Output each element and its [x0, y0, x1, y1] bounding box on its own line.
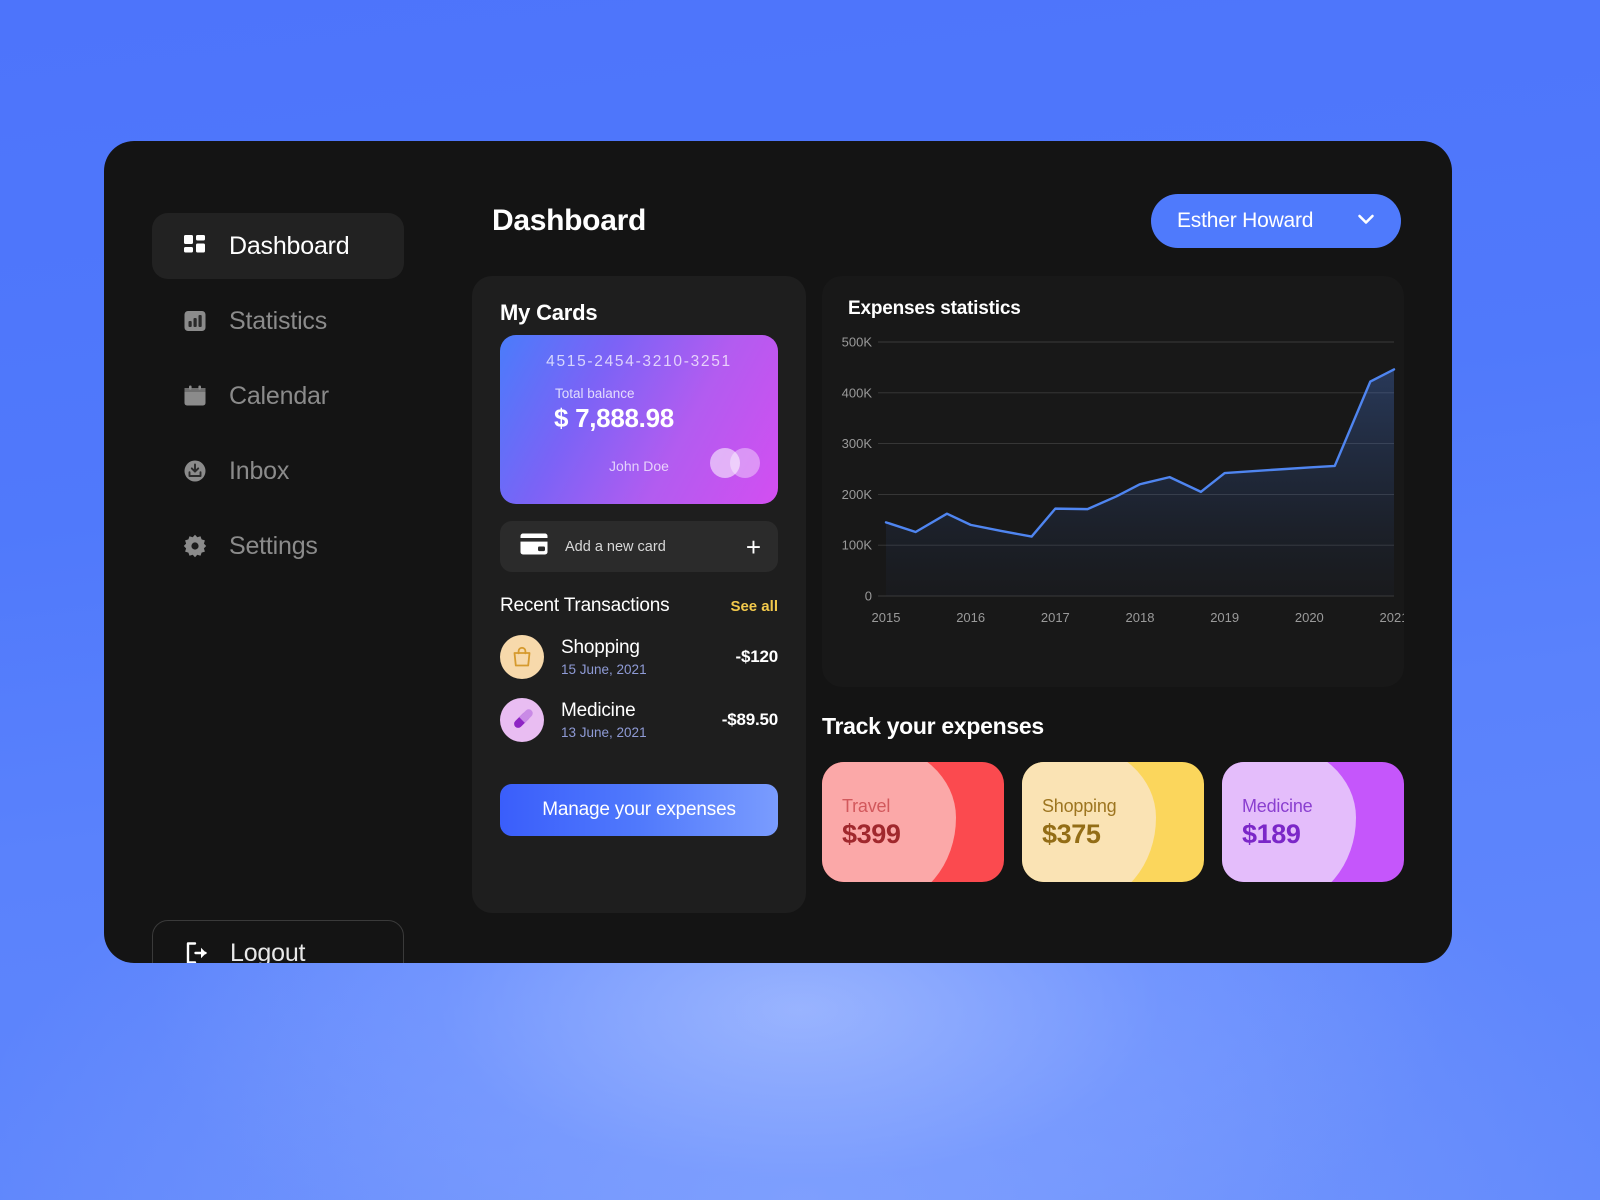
sidebar-item-label: Inbox — [229, 456, 290, 485]
chart-x-tick-label: 2019 — [1210, 610, 1239, 625]
chart-y-tick-label: 500K — [842, 335, 873, 350]
expense-card-shopping[interactable]: Shopping $375 — [1022, 762, 1204, 882]
sidebar-item-label: Dashboard — [229, 231, 350, 260]
expense-card-travel[interactable]: Travel $399 — [822, 762, 1004, 882]
chart-x-tick-labels: 2015 2016 2017 2018 2019 2020 2021 — [872, 610, 1404, 625]
chart-y-tick-labels: 0 100K 200K 300K 400K 500K — [842, 335, 873, 604]
plus-icon[interactable]: + — [746, 534, 761, 560]
chart-x-tick-label: 2016 — [956, 610, 985, 625]
calendar-icon — [182, 383, 208, 409]
sidebar-item-calendar[interactable]: Calendar — [152, 363, 404, 429]
card-number: 4515-2454-3210-3251 — [546, 353, 732, 370]
expense-card-amount: $375 — [1042, 818, 1101, 849]
expense-card-label: Medicine — [1242, 796, 1313, 816]
expense-card-amount: $189 — [1242, 818, 1301, 849]
track-expenses-title: Track your expenses — [822, 713, 1044, 739]
expense-card-label: Shopping — [1042, 796, 1117, 816]
chart-x-tick-label: 2015 — [872, 610, 901, 625]
transaction-amount: -$89.50 — [721, 710, 778, 729]
sidebar-item-inbox[interactable]: Inbox — [152, 438, 404, 504]
transaction-amount: -$120 — [735, 647, 779, 666]
sidebar-item-label: Settings — [229, 531, 318, 560]
expense-card-label: Travel — [842, 796, 891, 816]
inbox-icon — [182, 458, 208, 484]
chart-y-tick-label: 300K — [842, 436, 873, 451]
expenses-line-chart[interactable]: 0 100K 200K 300K 400K 500K 2015 2016 2017 2018 20… — [822, 328, 1404, 687]
transaction-row[interactable]: Medicine 13 June, 2021 -$89.50 — [500, 695, 778, 745]
user-menu-dropdown[interactable]: Esther Howard — [1151, 194, 1401, 248]
bar-chart-icon — [182, 308, 208, 334]
logout-button[interactable]: Logout — [152, 920, 404, 963]
credit-card-icon — [520, 533, 548, 560]
user-name-label: Esther Howard — [1177, 209, 1314, 232]
expense-card-text: Medicine $189 — [1242, 796, 1313, 850]
expense-card-text: Travel $399 — [842, 796, 901, 850]
sidebar-item-label: Calendar — [229, 381, 329, 410]
chart-x-tick-label: 2018 — [1126, 610, 1155, 625]
gear-icon — [182, 533, 208, 559]
app-window: Dashboard Statistics Calendar Inbox Sett — [104, 141, 1452, 963]
sidebar-item-settings[interactable]: Settings — [152, 513, 404, 579]
transaction-date: 15 June, 2021 — [561, 661, 647, 677]
logout-label: Logout — [230, 938, 306, 964]
add-new-card-label: Add a new card — [565, 538, 666, 555]
chevron-down-icon — [1353, 206, 1379, 237]
chart-title: Expenses statistics — [848, 298, 1021, 319]
sidebar-item-dashboard[interactable]: Dashboard — [152, 213, 404, 279]
expense-card-text: Shopping $375 — [1042, 796, 1117, 850]
chart-x-tick-label: 2020 — [1295, 610, 1324, 625]
see-all-link[interactable]: See all — [730, 598, 778, 615]
mastercard-circles-icon — [710, 448, 760, 478]
transaction-name: Shopping — [561, 637, 640, 659]
manage-expenses-button[interactable]: Manage your expenses — [500, 784, 778, 836]
chart-y-tick-label: 200K — [842, 487, 873, 502]
credit-card[interactable]: 4515-2454-3210-3251 Total balance $ 7,88… — [500, 335, 778, 504]
expense-card-medicine[interactable]: Medicine $189 — [1222, 762, 1404, 882]
my-cards-title: My Cards — [500, 300, 598, 325]
sidebar-item-statistics[interactable]: Statistics — [152, 288, 404, 354]
add-new-card-button[interactable]: Add a new card + — [500, 521, 778, 572]
transaction-date: 13 June, 2021 — [561, 724, 647, 740]
pill-icon — [500, 698, 544, 742]
shopping-bag-icon — [500, 635, 544, 679]
expenses-statistics-panel: Expenses statistics 0 100K 200K 300K 400K 500… — [822, 276, 1404, 687]
transaction-text: Shopping 15 June, 2021 — [561, 637, 736, 677]
chart-x-tick-label: 2017 — [1041, 610, 1070, 625]
chart-x-tick-label: 2021 — [1380, 610, 1404, 625]
dashboard-grid-icon — [182, 233, 208, 259]
sidebar-nav: Dashboard Statistics Calendar Inbox Sett — [152, 213, 404, 915]
chart-y-tick-label: 400K — [842, 385, 873, 400]
logout-arrow-icon — [183, 940, 209, 963]
transaction-row[interactable]: Shopping 15 June, 2021 -$120 — [500, 632, 778, 682]
expense-card-amount: $399 — [842, 818, 901, 849]
card-balance-value: $ 7,888.98 — [554, 403, 674, 433]
page-title: Dashboard — [492, 204, 646, 237]
my-cards-panel: My Cards 4515-2454-3210-3251 Total balan… — [472, 276, 806, 913]
transaction-text: Medicine 13 June, 2021 — [561, 700, 722, 740]
chart-area-fill — [886, 369, 1394, 596]
recent-transactions-title: Recent Transactions — [500, 595, 670, 616]
recent-transactions-header: Recent Transactions See all — [500, 595, 778, 617]
track-expenses-card-list: Travel $399 Shopping $375 Medicine $189 — [822, 762, 1404, 882]
transaction-name: Medicine — [561, 700, 636, 722]
chart-y-tick-label: 0 — [865, 589, 872, 604]
sidebar-item-label: Statistics — [229, 306, 328, 335]
card-balance-label: Total balance — [555, 386, 635, 401]
chart-y-tick-label: 100K — [842, 538, 873, 553]
